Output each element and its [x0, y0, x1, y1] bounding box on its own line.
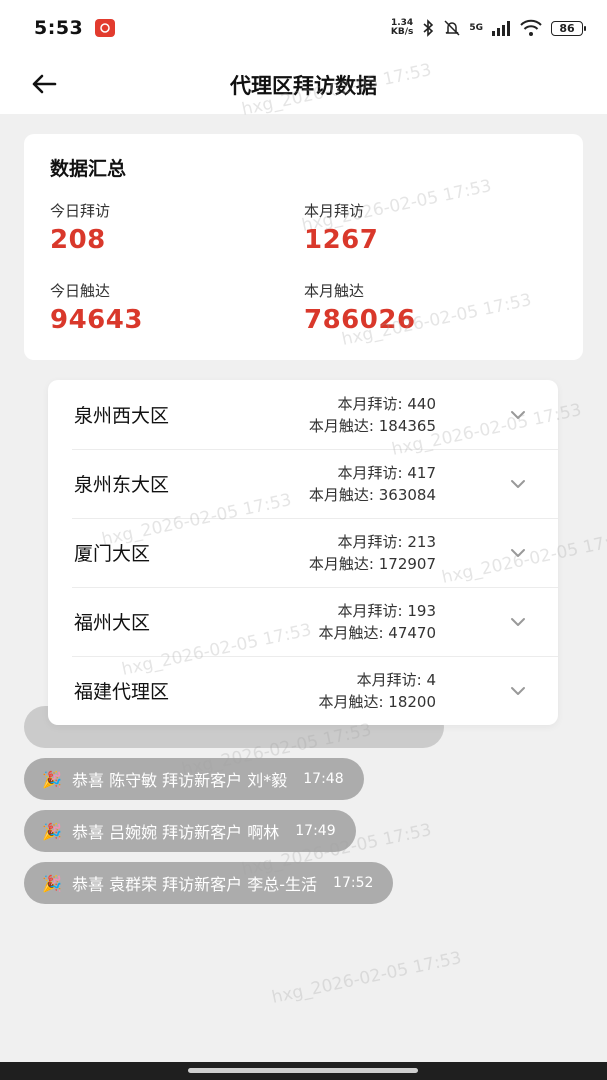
- region-visits: 本月拜访: 193: [337, 601, 436, 620]
- status-bar: 5:53 1.34 KB/s 5G 86: [0, 0, 607, 56]
- region-reach: 本月触达: 172907: [308, 554, 436, 573]
- region-row-quanzhou-west[interactable]: 泉州西大区 本月拜访: 440 本月触达: 184365: [72, 380, 558, 449]
- region-visits: 本月拜访: 4: [356, 670, 436, 689]
- chevron-down-icon[interactable]: [508, 681, 528, 701]
- network-type: 5G: [469, 23, 483, 33]
- region-visits: 本月拜访: 213: [337, 532, 436, 551]
- watermark: hxg_2026-02-05 17:53: [270, 948, 464, 1008]
- region-name: 福建代理区: [74, 681, 170, 703]
- region-list: 泉州西大区 本月拜访: 440 本月触达: 184365 泉州东大区 本月拜访:…: [48, 380, 558, 725]
- today-reach-stat: 今日触达 94643: [50, 280, 143, 335]
- notification-time: 17:49: [295, 823, 336, 839]
- notification-bubble: 🎉 恭喜 袁群荣 拜访新客户 李总-生活 17:52: [24, 862, 394, 904]
- home-indicator-bar: [0, 1062, 607, 1080]
- region-visits: 本月拜访: 440: [337, 394, 436, 413]
- region-stats: 本月拜访: 440 本月触达: 184365: [309, 393, 436, 437]
- today-visit-stat: 今日拜访 208: [50, 200, 110, 255]
- app-notification-icon: [95, 19, 116, 37]
- status-time: 5:53: [34, 17, 84, 39]
- notification-bubble: 🎉 恭喜 吕婉婉 拜访新客户 啊林 17:49: [24, 810, 356, 852]
- battery-indicator: 86: [551, 20, 586, 36]
- month-visit-label: 本月拜访: [304, 202, 365, 220]
- month-reach-label: 本月触达: [304, 282, 365, 300]
- region-reach: 本月触达: 18200: [318, 692, 436, 711]
- region-stats: 本月拜访: 417 本月触达: 363084: [309, 462, 436, 506]
- region-row-xiamen[interactable]: 厦门大区 本月拜访: 213 本月触达: 172907: [72, 518, 558, 587]
- region-reach: 本月触达: 184365: [308, 416, 436, 435]
- page-title: 代理区拜访数据: [230, 74, 377, 98]
- chevron-down-icon[interactable]: [508, 543, 528, 563]
- party-popper-icon: 🎉: [42, 769, 62, 789]
- today-visit-value: 208: [50, 225, 106, 255]
- region-row-fujian-agency[interactable]: 福建代理区 本月拜访: 4 本月触达: 18200: [72, 656, 558, 725]
- signal-icon: [492, 21, 510, 36]
- party-popper-icon: 🎉: [42, 821, 62, 841]
- region-row-fuzhou[interactable]: 福州大区 本月拜访: 193 本月触达: 47470: [72, 587, 558, 656]
- today-reach-value: 94643: [50, 305, 143, 335]
- notification-time: 17:48: [303, 771, 344, 787]
- month-visit-value: 1267: [304, 225, 379, 255]
- back-arrow-icon: [32, 74, 57, 94]
- region-reach: 本月触达: 47470: [318, 623, 436, 642]
- notification-text: 恭喜 袁群荣 拜访新客户 李总-生活: [72, 875, 318, 894]
- notification-text: 恭喜 吕婉婉 拜访新客户 啊林: [72, 823, 280, 842]
- region-name: 厦门大区: [74, 543, 151, 565]
- region-visits: 本月拜访: 417: [337, 463, 436, 482]
- region-reach: 本月触达: 363084: [308, 485, 436, 504]
- home-indicator[interactable]: [188, 1068, 418, 1073]
- wifi-icon: [520, 19, 542, 36]
- region-stats: 本月拜访: 213 本月触达: 172907: [309, 531, 436, 575]
- chevron-down-icon[interactable]: [508, 405, 528, 425]
- month-visit-stat: 本月拜访 1267: [304, 200, 378, 255]
- month-reach-value: 786026: [304, 305, 416, 335]
- mute-bell-icon: [444, 20, 460, 36]
- party-popper-icon: 🎉: [42, 873, 62, 893]
- header-bar: 代理区拜访数据: [0, 56, 607, 114]
- today-visit-label: 今日拜访: [50, 202, 111, 220]
- month-reach-stat: 本月触达 786026: [304, 280, 416, 335]
- chevron-down-icon[interactable]: [508, 474, 528, 494]
- region-stats: 本月拜访: 4 本月触达: 18200: [318, 669, 436, 713]
- region-stats: 本月拜访: 193 本月触达: 47470: [318, 600, 436, 644]
- notification-bubble: 🎉 恭喜 陈守敏 拜访新客户 刘*毅 17:48: [24, 758, 364, 800]
- today-reach-label: 今日触达: [50, 282, 111, 300]
- summary-title: 数据汇总: [50, 158, 127, 180]
- network-speed: 1.34 KB/s: [390, 18, 414, 37]
- notification-time: 17:52: [333, 875, 374, 891]
- region-name: 福州大区: [74, 612, 151, 634]
- region-row-quanzhou-east[interactable]: 泉州东大区 本月拜访: 417 本月触达: 363084: [72, 449, 558, 518]
- region-name: 泉州西大区: [74, 405, 170, 427]
- notification-text: 恭喜 陈守敏 拜访新客户 刘*毅: [72, 771, 288, 790]
- bluetooth-icon: [423, 19, 434, 37]
- summary-card: 数据汇总 今日拜访 208 本月拜访 1267 今日触达 94643 本月触达 …: [24, 134, 583, 360]
- region-name: 泉州东大区: [74, 474, 170, 496]
- back-button[interactable]: [28, 68, 60, 100]
- chevron-down-icon[interactable]: [508, 612, 528, 632]
